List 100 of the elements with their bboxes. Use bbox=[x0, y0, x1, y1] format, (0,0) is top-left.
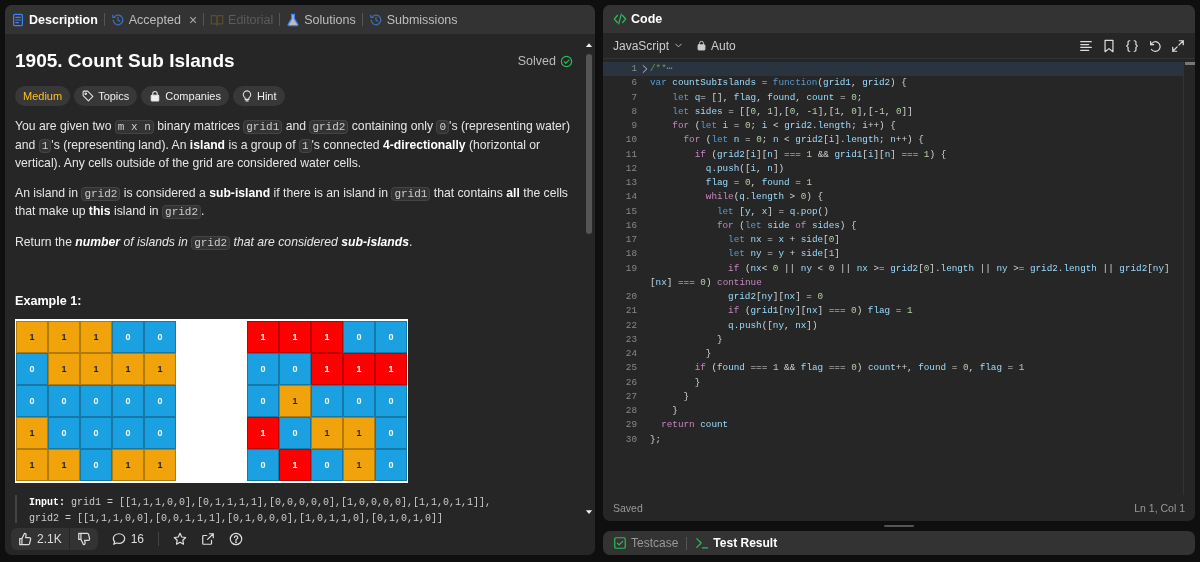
cursor-position: Ln 1, Col 1 bbox=[1134, 502, 1185, 515]
panel-title: Code bbox=[631, 12, 663, 26]
problem-title: 1905. Count Sub Islands bbox=[15, 50, 235, 72]
grid-cell: 1 bbox=[48, 449, 80, 481]
grid-cell: 1 bbox=[16, 449, 48, 481]
grid-cell: 0 bbox=[247, 353, 279, 385]
tag-icon bbox=[82, 90, 95, 102]
code-line: /**⋯ bbox=[650, 62, 674, 76]
tag-button[interactable]: Topics bbox=[74, 86, 138, 106]
grid-cell: 0 bbox=[144, 321, 176, 353]
code-line: } bbox=[682, 389, 691, 404]
code-line: let nx = x + side[0] bbox=[727, 233, 841, 247]
grid-cell: 1 bbox=[247, 321, 279, 353]
line-number: 19 bbox=[625, 262, 637, 274]
lock-icon bbox=[696, 40, 708, 51]
line-number: 29 bbox=[625, 419, 637, 431]
grid-cell: 0 bbox=[16, 385, 48, 417]
grid-cell: 0 bbox=[375, 417, 407, 449]
grid-cell: 1 bbox=[112, 449, 144, 481]
format-icon[interactable] bbox=[1079, 38, 1093, 53]
grid-cell: 1 bbox=[279, 321, 311, 353]
grid-cell: 1 bbox=[144, 353, 176, 385]
grid-cell: 1 bbox=[16, 321, 48, 353]
line-number: 25 bbox=[625, 362, 637, 374]
tab[interactable]: Testcase bbox=[613, 536, 679, 550]
code-line: } bbox=[671, 404, 679, 418]
example-heading: Example 1: bbox=[15, 294, 83, 308]
braces-icon[interactable] bbox=[1125, 38, 1139, 53]
grid-cell: 0 bbox=[112, 321, 144, 353]
line-number: 17 bbox=[625, 234, 637, 245]
grid-cell: 0 bbox=[48, 417, 80, 449]
grid-cell: 0 bbox=[80, 417, 112, 449]
thumbs-down-icon bbox=[76, 532, 91, 546]
grid-cell: 0 bbox=[144, 385, 176, 417]
star-icon[interactable] bbox=[173, 532, 188, 546]
line-number: 9 bbox=[631, 120, 637, 131]
grid-cell: 1 bbox=[48, 353, 80, 385]
code-line: [nx] === 0) continue bbox=[650, 275, 763, 290]
line-number: 11 bbox=[625, 148, 637, 160]
document-icon bbox=[11, 12, 25, 27]
mode-label: Auto bbox=[696, 38, 736, 53]
code-line: }; bbox=[650, 432, 663, 447]
help-icon[interactable] bbox=[229, 532, 244, 546]
line-number: 7 bbox=[631, 91, 637, 103]
tag-button[interactable]: Hint bbox=[232, 86, 285, 106]
tab[interactable]: Test Result bbox=[695, 536, 778, 550]
tag-button[interactable]: Companies bbox=[141, 86, 229, 106]
code-line: } bbox=[704, 347, 713, 361]
line-number: 26 bbox=[625, 376, 637, 388]
code-icon bbox=[613, 12, 627, 26]
line-number: 23 bbox=[625, 333, 637, 345]
grid-cell: 0 bbox=[112, 385, 144, 417]
like-button[interactable]: 2.1K bbox=[11, 528, 69, 550]
tab[interactable]: Submissions bbox=[368, 12, 458, 27]
code-line: let [y, x] = q.pop() bbox=[715, 204, 830, 219]
tab[interactable]: Solutions bbox=[286, 12, 356, 27]
grid-cell: 0 bbox=[375, 321, 407, 353]
comments-button[interactable]: 16 bbox=[111, 532, 145, 546]
code-line: return count bbox=[660, 418, 730, 433]
bookmark-icon[interactable] bbox=[1102, 38, 1116, 53]
thumbs-up-icon bbox=[18, 532, 32, 546]
description-paragraph: An island in grid2 is considered a sub-island if there is an island in grid1 that contains all the cells that make up this island in grid2 . bbox=[15, 184, 569, 221]
description-paragraph: You are given two m x n binary matrices grid1 and grid2 containing only 0 's (representing water) and 1 's (representing land). An island is a group of 1 's connected 4-directionally (horizontal or vertical). Any cells outside of the grid are considered water cells. bbox=[15, 118, 571, 172]
scrollbar-thumb[interactable] bbox=[586, 54, 592, 234]
code-line: let sides = [[0, 1],[0, -1],[1, 0],[-1, 0]] bbox=[671, 104, 914, 119]
lock-icon bbox=[149, 90, 162, 102]
line-number: 18 bbox=[625, 248, 637, 260]
resize-handle[interactable] bbox=[884, 525, 914, 528]
tab[interactable]: Accepted × bbox=[110, 11, 198, 28]
grid-cell: 0 bbox=[311, 449, 343, 481]
book-icon bbox=[210, 12, 225, 27]
grid-cell: 1 bbox=[80, 321, 112, 353]
line-number: 30 bbox=[625, 433, 637, 445]
tab[interactable]: Description bbox=[11, 12, 98, 27]
close-button[interactable]: × bbox=[188, 11, 198, 28]
expand-icon[interactable] bbox=[1171, 38, 1185, 53]
grid-cell: 0 bbox=[279, 353, 311, 385]
line-number: 21 bbox=[625, 305, 637, 317]
share-icon[interactable] bbox=[201, 532, 216, 546]
chevron-icon[interactable] bbox=[640, 63, 650, 76]
checkbox-icon bbox=[613, 536, 627, 550]
grid-cell: 1 bbox=[112, 353, 144, 385]
undo-icon[interactable] bbox=[1148, 38, 1162, 53]
line-number: 16 bbox=[625, 219, 637, 231]
line-number: 12 bbox=[625, 162, 637, 174]
line-number: 8 bbox=[631, 105, 637, 117]
description-paragraph: Return the number of islands in grid2 that are considered sub-islands. bbox=[15, 233, 414, 252]
scrollbar-thumb[interactable] bbox=[1184, 62, 1195, 65]
code-line: q.push([ny, nx]) bbox=[727, 318, 819, 333]
code-line: if (nx< 0 || ny < 0 || nx >= grid2[0].length || ny >= grid2.length || grid2[ny] bbox=[727, 261, 1171, 276]
grid-cell: 0 bbox=[16, 353, 48, 385]
code-line: } bbox=[715, 332, 724, 347]
grid-cell: 1 bbox=[279, 385, 311, 417]
line-number: 14 bbox=[625, 191, 637, 203]
line-number: 28 bbox=[625, 405, 637, 416]
grid-cell: 1 bbox=[343, 449, 375, 481]
grid-cell: 0 bbox=[311, 385, 343, 417]
grid-cell: 1 bbox=[311, 417, 343, 449]
grid-cell: 0 bbox=[80, 385, 112, 417]
language-dropdown[interactable]: JavaScript bbox=[613, 38, 685, 53]
